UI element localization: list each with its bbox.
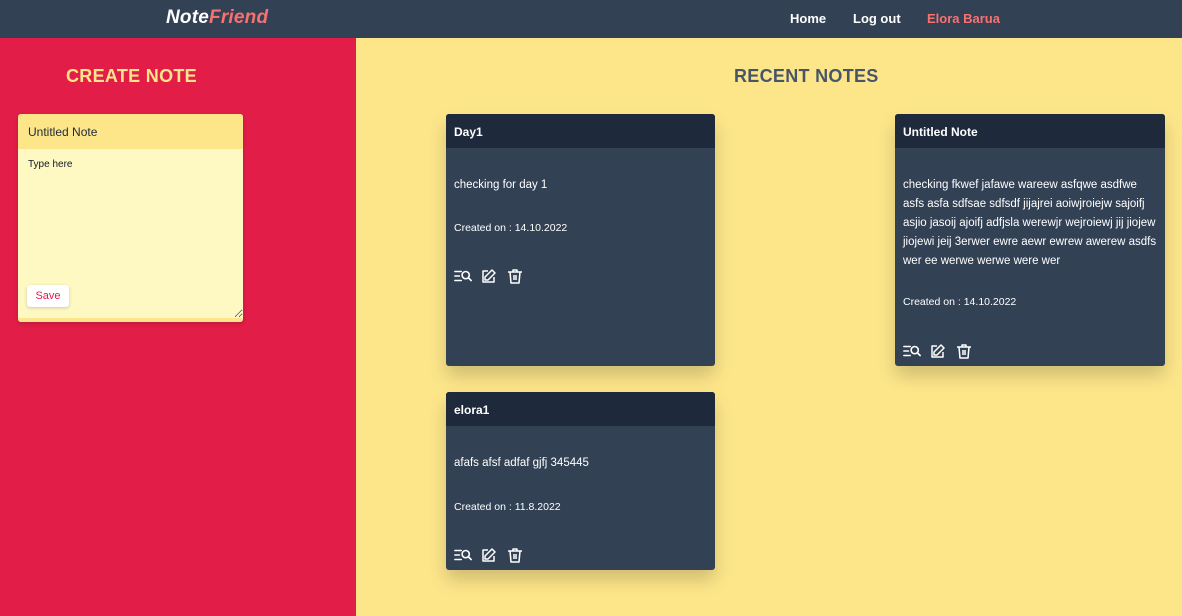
note-title: Untitled Note bbox=[895, 114, 1165, 148]
navbar: NoteFriend Home Log out Elora Barua bbox=[0, 0, 1182, 38]
note-card: Untitled Note checking fkwef jafawe ware… bbox=[895, 114, 1165, 366]
edit-icon[interactable] bbox=[480, 268, 498, 284]
note-actions bbox=[454, 547, 524, 563]
edit-icon[interactable] bbox=[480, 547, 498, 563]
create-note-panel: CREATE NOTE Save bbox=[0, 38, 356, 616]
brand-part-2: Friend bbox=[209, 7, 269, 28]
note-date: Created on : 14.10.2022 bbox=[903, 296, 1016, 308]
note-date-value: 11.8.2022 bbox=[514, 501, 561, 513]
nav-logout-link[interactable]: Log out bbox=[853, 11, 901, 26]
note-title: elora1 bbox=[446, 392, 715, 426]
note-date-label: Created on : bbox=[454, 501, 512, 513]
note-date: Created on : 14.10.2022 bbox=[454, 222, 567, 234]
create-note-heading: CREATE NOTE bbox=[66, 66, 197, 86]
note-date-value: 14.10.2022 bbox=[963, 296, 1017, 308]
edit-icon[interactable] bbox=[929, 343, 947, 359]
nav-user-name[interactable]: Elora Barua bbox=[927, 11, 1000, 26]
note-date-label: Created on : bbox=[903, 296, 961, 308]
note-actions bbox=[903, 343, 973, 359]
note-date-value: 14.10.2022 bbox=[514, 222, 568, 234]
list-search-icon[interactable] bbox=[454, 547, 472, 563]
brand-part-1: Note bbox=[166, 7, 210, 28]
editor-bottom-bar bbox=[18, 318, 243, 322]
note-date: Created on : 11.8.2022 bbox=[454, 501, 561, 513]
trash-icon[interactable] bbox=[506, 268, 524, 284]
trash-icon[interactable] bbox=[506, 547, 524, 563]
note-body: checking fkwef jafawe wareew asfqwe asdf… bbox=[903, 179, 1157, 267]
save-button[interactable]: Save bbox=[27, 285, 69, 307]
note-body: afafs afsf adfaf gjfj 345445 bbox=[454, 457, 589, 469]
nav-home-link[interactable]: Home bbox=[790, 11, 826, 26]
trash-icon[interactable] bbox=[955, 343, 973, 359]
note-title: Day1 bbox=[446, 114, 715, 148]
note-date-label: Created on : bbox=[454, 222, 512, 234]
note-body: checking for day 1 bbox=[454, 179, 548, 191]
note-title-input[interactable] bbox=[18, 114, 243, 149]
recent-notes-heading: RECENT NOTES bbox=[734, 66, 879, 86]
note-card: elora1 afafs afsf adfaf gjfj 345445 Crea… bbox=[446, 392, 715, 570]
brand-logo[interactable]: NoteFriend bbox=[166, 7, 268, 29]
list-search-icon[interactable] bbox=[454, 268, 472, 284]
note-editor: Save bbox=[18, 114, 243, 322]
note-card: Day1 checking for day 1 Created on : 14.… bbox=[446, 114, 715, 366]
list-search-icon[interactable] bbox=[903, 343, 921, 359]
note-actions bbox=[454, 268, 524, 284]
